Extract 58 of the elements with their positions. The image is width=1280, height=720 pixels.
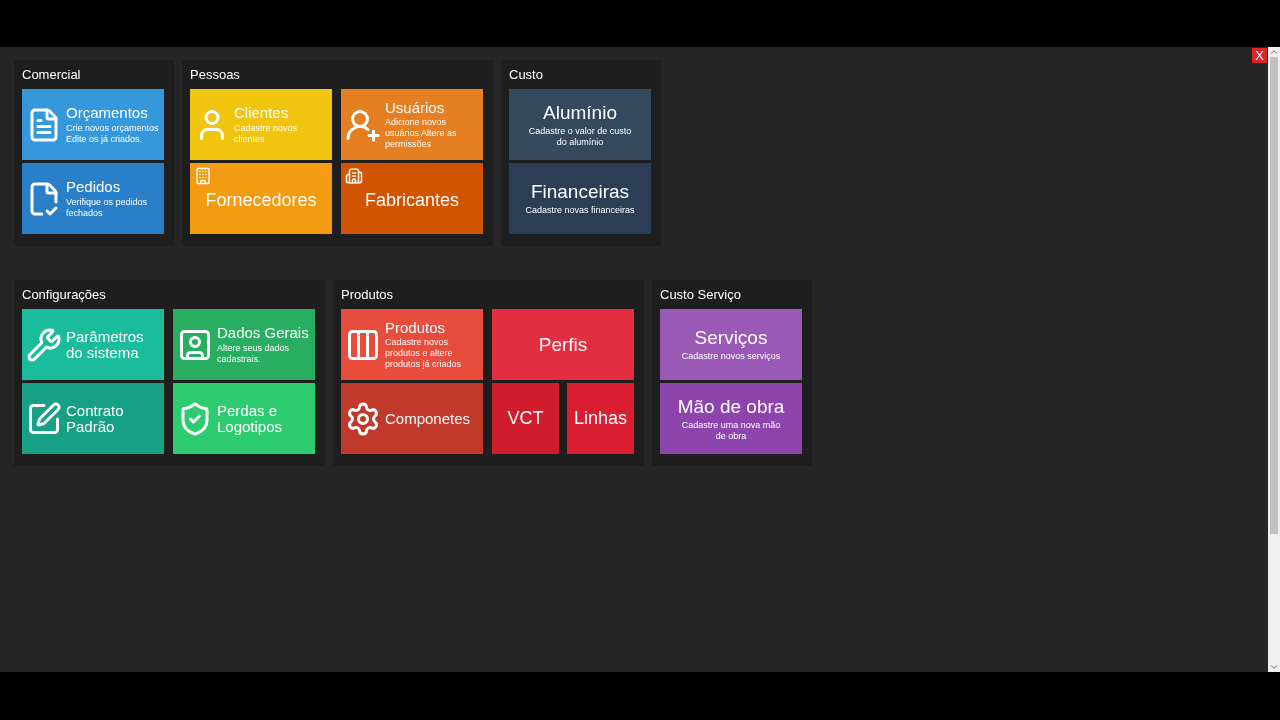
tile-title: Componetes (385, 410, 471, 427)
tile-title: Orçamentos (66, 104, 149, 123)
tile[interactable]: Componetes (341, 383, 483, 454)
tools-icon (26, 326, 62, 363)
tile[interactable]: Mão de obra Cadastre uma nova mão de obra (660, 383, 802, 454)
tile-title: Produtos (385, 318, 447, 338)
tile-subtitle: Crie novos orçamentos Edite os já criados. (66, 122, 160, 145)
scroll-up-icon[interactable] (1269, 47, 1279, 57)
tile-subtitle: Cadastre uma nova mão de obra (680, 419, 782, 442)
tile-subtitle: Cadastre novos serviços (681, 351, 781, 362)
tile-title: Usuários (385, 98, 446, 118)
tile[interactable]: Financeiras Cadastre novas financeiras (509, 163, 651, 234)
tile[interactable]: Dados Gerais Altere seus dados cadastrais. (173, 309, 315, 380)
group-title: Custo Serviço (660, 285, 742, 304)
tile-title: Parâmetros do sistema (66, 328, 145, 361)
group-title: Pessoas (190, 65, 241, 84)
tile[interactable]: Orçamentos Crie novos orçamentos Edite os já criados. (22, 89, 164, 160)
tile-subtitle: Adicione novos usuários Altere as permissões (385, 117, 458, 151)
buildings-icon (345, 167, 363, 185)
tile-title: Perfis (538, 333, 588, 356)
tile-subtitle: Verifique os pedidos fechados (66, 196, 149, 219)
tile-title: Alumínio (543, 101, 617, 124)
tile[interactable]: Produtos Cadastre novos produtos e altere produtos já criados (341, 309, 483, 380)
group-title: Configurações (22, 285, 107, 304)
tile[interactable]: Pedidos Verifique os pedidos fechados (22, 163, 164, 234)
tile[interactable]: Perfis (492, 309, 634, 380)
tile[interactable]: Fornecedores (190, 163, 332, 234)
tile-title: Perdas e Logotipos (217, 402, 284, 435)
scroll-down-icon[interactable] (1269, 662, 1279, 672)
tile-title: Dados Gerais (217, 324, 310, 343)
tile[interactable]: VCT (492, 383, 559, 454)
tile[interactable]: Linhas (567, 383, 634, 454)
tile-subtitle: Cadastre novos produtos e altere produtos já criados (385, 337, 463, 371)
tile[interactable]: Perdas e Logotipos (173, 383, 315, 454)
tile[interactable]: Serviços Cadastre novos serviços (660, 309, 802, 380)
edit-icon (26, 400, 62, 437)
tile-title: Clientes (234, 104, 290, 123)
tile[interactable]: Fabricantes (341, 163, 483, 234)
group-title: Custo (509, 65, 544, 84)
tile-title: Serviços (694, 327, 768, 349)
tile-subtitle: Cadastre o valor de custo do alumínio (527, 125, 633, 148)
tile-subtitle: Cadastre novas financeiras (525, 205, 635, 216)
tile[interactable]: Parâmetros do sistema (22, 309, 164, 380)
tile[interactable]: Alumínio Cadastre o valor de custo do alumínio (509, 89, 651, 160)
group-title: Comercial (22, 65, 82, 84)
tile-title: Pedidos (66, 178, 122, 197)
tile-title: Contrato Padrão (66, 402, 125, 435)
tile-title: Financeiras (530, 181, 630, 203)
tile-subtitle: Cadastre novos clientes (234, 122, 299, 145)
scrollbar[interactable] (1268, 47, 1280, 672)
building-icon (194, 167, 212, 185)
tile-subtitle: Altere seus dados cadastrais. (217, 342, 291, 365)
tile[interactable]: Usuários Adicione novos usuários Altere as permissões (341, 89, 483, 160)
tile-title: Mão de obra (677, 395, 785, 418)
tile[interactable]: Contrato Padrão (22, 383, 164, 454)
close-button[interactable]: X (1252, 48, 1267, 63)
gear-icon (345, 400, 381, 437)
group-title: Produtos (341, 285, 395, 304)
